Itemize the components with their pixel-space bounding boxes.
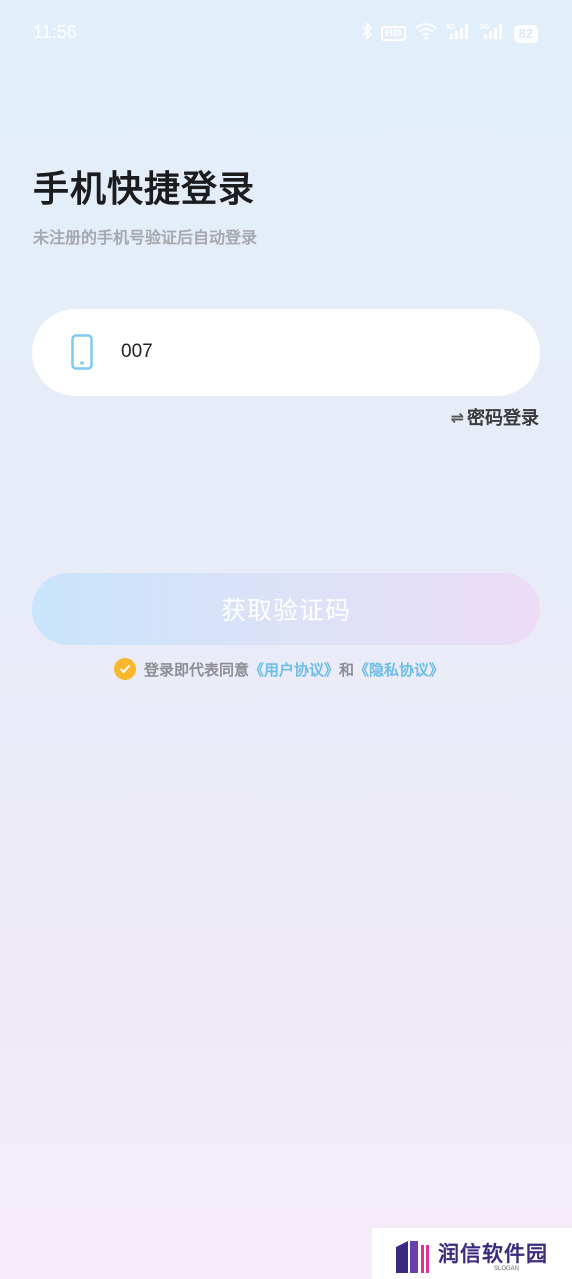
page-subtitle: 未注册的手机号验证后自动登录 (33, 228, 258, 247)
privacy-agreement-link[interactable]: 《隐私协议》 (354, 659, 444, 680)
page-title: 手机快捷登录 (33, 169, 256, 210)
swap-icon: ⇌ (450, 407, 464, 427)
check-icon[interactable] (114, 658, 136, 680)
svg-text:5G: 5G (480, 24, 490, 31)
phone-field[interactable] (32, 309, 540, 396)
hd-icon: HD (380, 26, 406, 41)
watermark: 润信软件园 SLOGAN (372, 1228, 572, 1279)
signal-5g-icon: 5G (480, 22, 506, 45)
phone-icon (71, 334, 93, 370)
signal-5g-icon: 5G (446, 22, 472, 45)
get-code-button[interactable]: 获取验证码 (32, 573, 540, 645)
agreement: 登录即代表同意 《用户协议》 和 《隐私协议》 (114, 658, 444, 680)
password-login-label: 密码登录 (467, 408, 539, 429)
status-time: 11:56 (33, 22, 77, 42)
watermark-name: 润信软件园 (438, 1242, 548, 1266)
brand-logo-icon (396, 1241, 429, 1273)
agreement-conjunction: 和 (339, 660, 355, 679)
agreement-prefix: 登录即代表同意 (144, 660, 250, 679)
phone-input[interactable] (121, 334, 501, 370)
watermark-slogan: SLOGAN (494, 1266, 520, 1272)
svg-text:5G: 5G (446, 24, 456, 31)
bluetooth-icon (361, 21, 373, 45)
battery-icon: 82 (513, 24, 538, 43)
status-icons: HD 5G 5G 82 (361, 21, 538, 45)
status-bar: 11:56 HD 5G 5G 82 (0, 0, 572, 70)
wifi-icon (414, 22, 438, 45)
password-login-link[interactable]: ⇌ 密码登录 (451, 404, 539, 430)
user-agreement-link[interactable]: 《用户协议》 (249, 659, 339, 680)
